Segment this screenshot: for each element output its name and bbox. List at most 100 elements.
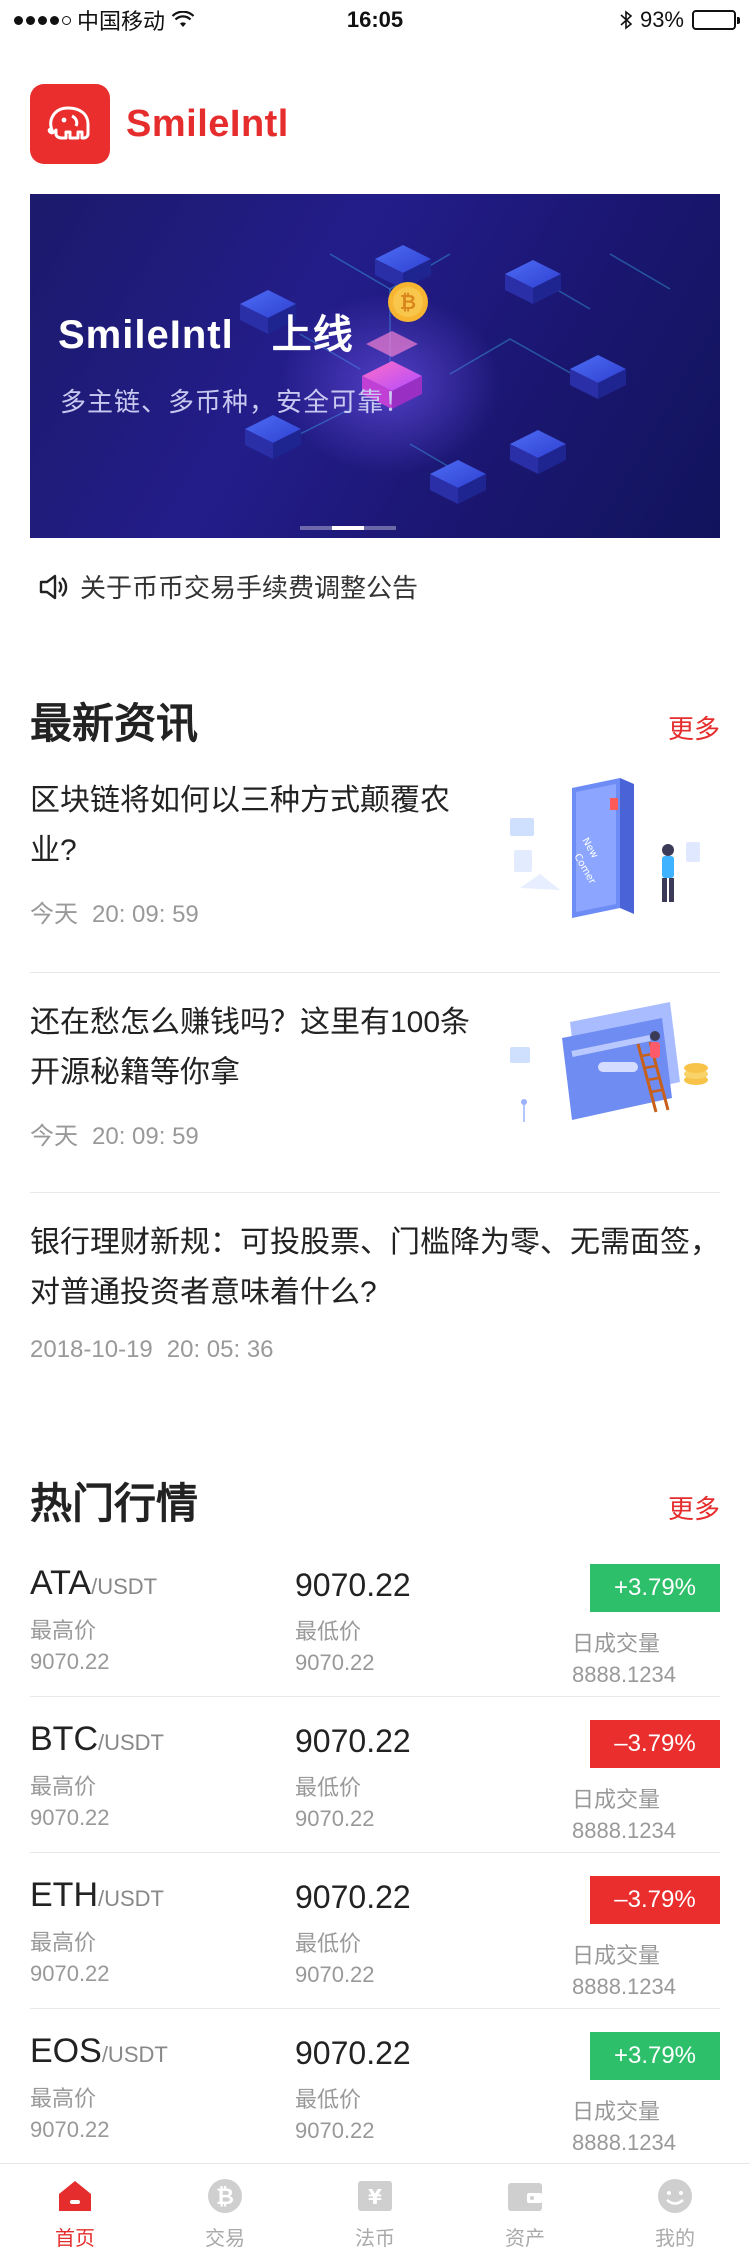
high-label: 最高价 xyxy=(30,1930,97,1955)
high-label: 最高价 xyxy=(30,1618,97,1643)
pair-base: EOS xyxy=(30,2032,102,2070)
tab-profile[interactable]: 我的 xyxy=(600,2164,750,2263)
tab-trade[interactable]: ₿ 交易 xyxy=(150,2164,300,2263)
home-icon xyxy=(59,2181,91,2211)
market-left-col: ETH/USDT 最高价 9070.22 xyxy=(30,1876,164,1987)
news-date: 2018-10-19 xyxy=(30,1336,153,1363)
volume-label: 日成交量 xyxy=(572,1943,661,1968)
yuan-icon: ¥ xyxy=(358,2181,392,2211)
high-value: 9070.22 xyxy=(30,1805,110,1830)
banner-dot[interactable] xyxy=(300,526,332,530)
speaker-icon xyxy=(39,574,68,599)
battery-icon xyxy=(692,10,740,30)
news-section-header: 最新资讯 更多 xyxy=(30,690,720,751)
announcement-bar[interactable]: 关于币币交易手续费调整公告 xyxy=(38,568,418,605)
volume-value: 8888.1234 xyxy=(572,2130,676,2155)
market-divider xyxy=(30,1696,720,1697)
volume-col: 日成交量 8888.1234 xyxy=(572,1626,702,1688)
bitcoin-icon: ₿ xyxy=(208,2179,242,2213)
tab-label: 法币 xyxy=(355,2228,395,2250)
news-thumbnail-card xyxy=(510,1002,708,1122)
news-clock: 20: 05: 36 xyxy=(166,1336,274,1363)
pair-base: BTC xyxy=(30,1720,98,1758)
svg-text:₿: ₿ xyxy=(400,290,416,314)
pair-quote: /USDT xyxy=(98,1730,164,1755)
high-label: 最高价 xyxy=(30,2086,97,2111)
elephant-logo-icon[interactable] xyxy=(30,84,110,164)
banner-dot[interactable] xyxy=(332,526,364,530)
market-left-col: ATA/USDT 最高价 9070.22 xyxy=(30,1564,157,1675)
news-divider xyxy=(30,972,720,973)
news-date: 今天 xyxy=(30,1123,78,1150)
news-item[interactable]: 还在愁怎么赚钱吗？这里有100条开源秘籍等你拿 今天 20: 09: 59 xyxy=(30,998,720,1151)
low-label: 最低价 xyxy=(295,1775,362,1800)
news-section-title: 最新资讯 xyxy=(30,700,199,747)
svg-text:₿: ₿ xyxy=(216,2185,234,2210)
change-badge: –3.79% xyxy=(590,1720,720,1768)
low-value: 9070.22 xyxy=(295,1650,375,1675)
banner-pagination xyxy=(300,526,396,530)
news-time: 2018-10-19 20: 05: 36 xyxy=(30,1336,720,1364)
status-right: 93% xyxy=(620,7,740,33)
market-mid-col: 9070.22 最低价 9070.22 xyxy=(295,1876,411,1988)
news-title: 区块链将如何以三种方式颠覆农业? xyxy=(30,784,450,867)
change-badge: –3.79% xyxy=(590,1876,720,1924)
battery-percent: 93% xyxy=(639,7,684,32)
wifi-icon xyxy=(171,11,195,27)
volume-col: 日成交量 8888.1234 xyxy=(572,1782,702,1844)
pair-quote: /USDT xyxy=(98,1886,164,1911)
pair-quote: /USDT xyxy=(91,1574,158,1599)
volume-value: 8888.1234 xyxy=(572,1974,676,1999)
tab-fiat[interactable]: ¥ 法币 xyxy=(300,2164,450,2263)
promo-banner[interactable]: ₿ SmileIntl 上线 多主链、多币种，安全可靠！ xyxy=(30,194,720,538)
pair-quote: /USDT xyxy=(101,2042,168,2067)
low-label: 最低价 xyxy=(295,1619,362,1644)
wallet-icon xyxy=(508,2183,542,2211)
volume-label: 日成交量 xyxy=(572,1787,661,1812)
news-clock: 20: 09: 59 xyxy=(92,1123,199,1150)
market-divider xyxy=(30,1852,720,1853)
status-left: 中国移动 xyxy=(14,4,195,36)
pair-name: ATA/USDT xyxy=(30,1564,157,1603)
market-section-header: 热门行情 更多 xyxy=(30,1470,720,1531)
market-divider xyxy=(30,2008,720,2009)
news-item[interactable]: 银行理财新规：可投股票、门槛降为零、无需面签，对普通投资者意味着什么? 2018… xyxy=(30,1218,720,1364)
low-value: 9070.22 xyxy=(295,1806,375,1831)
volume-label: 日成交量 xyxy=(572,1631,661,1656)
pair-name: BTC/USDT xyxy=(30,1720,164,1759)
market-more-link[interactable]: 更多 xyxy=(668,1489,720,1526)
last-price: 9070.22 xyxy=(295,1567,411,1603)
market-mid-col: 9070.22 最低价 9070.22 xyxy=(295,2032,411,2144)
volume-col: 日成交量 8888.1234 xyxy=(572,2094,702,2156)
banner-title-suffix: 上线 xyxy=(271,313,354,357)
news-title: 银行理财新规：可投股票、门槛降为零、无需面签，对普通投资者意味着什么? xyxy=(30,1226,720,1309)
last-price: 9070.22 xyxy=(295,2035,411,2071)
banner-title: SmileIntl 上线 xyxy=(58,302,354,360)
news-thumbnail-book: New Comer xyxy=(510,778,700,918)
pair-name: EOS/USDT xyxy=(30,2032,168,2071)
last-price: 9070.22 xyxy=(295,1879,411,1915)
market-section-title: 热门行情 xyxy=(30,1480,199,1527)
low-label: 最低价 xyxy=(295,2087,362,2112)
news-item[interactable]: 区块链将如何以三种方式颠覆农业? 今天 20: 09: 59 New Comer xyxy=(30,776,720,929)
low-value: 9070.22 xyxy=(295,1962,375,1987)
status-bar: 中国移动 16:05 93% xyxy=(0,0,750,40)
tab-home[interactable]: 首页 xyxy=(0,2164,150,2263)
market-mid-col: 9070.22 最低价 9070.22 xyxy=(295,1720,411,1832)
svg-text:¥: ¥ xyxy=(368,2185,382,2209)
high-label: 最高价 xyxy=(30,1774,97,1799)
bluetooth-icon xyxy=(620,10,632,30)
high-value: 9070.22 xyxy=(30,1961,110,1986)
news-more-link[interactable]: 更多 xyxy=(668,709,720,746)
market-mid-col: 9070.22 最低价 9070.22 xyxy=(295,1564,411,1676)
app-header: SmileIntl xyxy=(30,84,289,164)
banner-dot[interactable] xyxy=(364,526,396,530)
tab-label: 我的 xyxy=(655,2228,695,2250)
tab-assets[interactable]: 资产 xyxy=(450,2164,600,2263)
high-value: 9070.22 xyxy=(30,1649,110,1674)
tab-label: 首页 xyxy=(55,2228,95,2250)
profile-icon xyxy=(658,2179,692,2213)
news-clock: 20: 09: 59 xyxy=(92,901,199,928)
pair-name: ETH/USDT xyxy=(30,1876,164,1915)
carrier-label: 中国移动 xyxy=(77,9,166,34)
